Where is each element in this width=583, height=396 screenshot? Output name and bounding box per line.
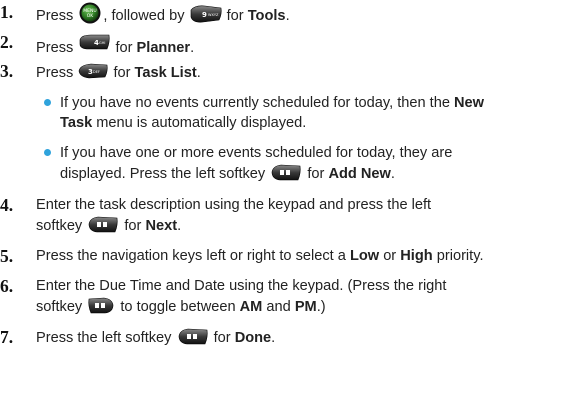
step-number: 2. — [0, 32, 14, 52]
step-5: 5. Press the navigation keys left or rig… — [0, 246, 484, 266]
step-1: 1. Press MENU OK , followed by 9 WXYZ fo… — [0, 2, 290, 24]
step-4: 4. Enter the task description using the … — [0, 195, 432, 234]
left-softkey-icon — [271, 164, 301, 181]
svg-text:9: 9 — [202, 11, 207, 19]
left-softkey-icon — [178, 328, 208, 345]
step-7: 7. Press the left softkey for Done. — [0, 327, 276, 347]
step-number: 5. — [0, 246, 14, 266]
step-3: 3. Press 3 DEF for Task List. — [0, 61, 201, 81]
4-ghi-key-icon: 4 GHI — [80, 34, 110, 50]
bullet-dot — [44, 149, 51, 156]
step-number: 7. — [0, 327, 14, 347]
step-number: 4. — [0, 195, 14, 215]
right-softkey-icon — [88, 297, 114, 314]
left-softkey-icon — [88, 216, 118, 233]
step-number: 1. — [0, 2, 14, 22]
bullet-dot — [44, 99, 51, 106]
9-wxyz-key-icon: 9 WXYZ — [190, 5, 222, 23]
step-number: 3. — [0, 61, 14, 81]
svg-text:OK: OK — [87, 13, 95, 19]
bullet-item-1: If you have no events currently schedule… — [44, 93, 484, 133]
step-2: 2. Press 4 GHI for Planner. — [0, 32, 195, 56]
step-number: 6. — [0, 276, 14, 296]
step-6: 6. Enter the Due Time and Date using the… — [0, 276, 447, 315]
bullet-item-2: If you have one or more events scheduled… — [44, 143, 452, 184]
svg-text:GHI: GHI — [99, 41, 105, 45]
menu-ok-key-icon: MENU OK — [79, 2, 101, 24]
svg-text:WXYZ: WXYZ — [208, 13, 219, 17]
svg-text:DEF: DEF — [93, 70, 100, 74]
3-def-key-icon: 3 DEF — [79, 63, 108, 79]
